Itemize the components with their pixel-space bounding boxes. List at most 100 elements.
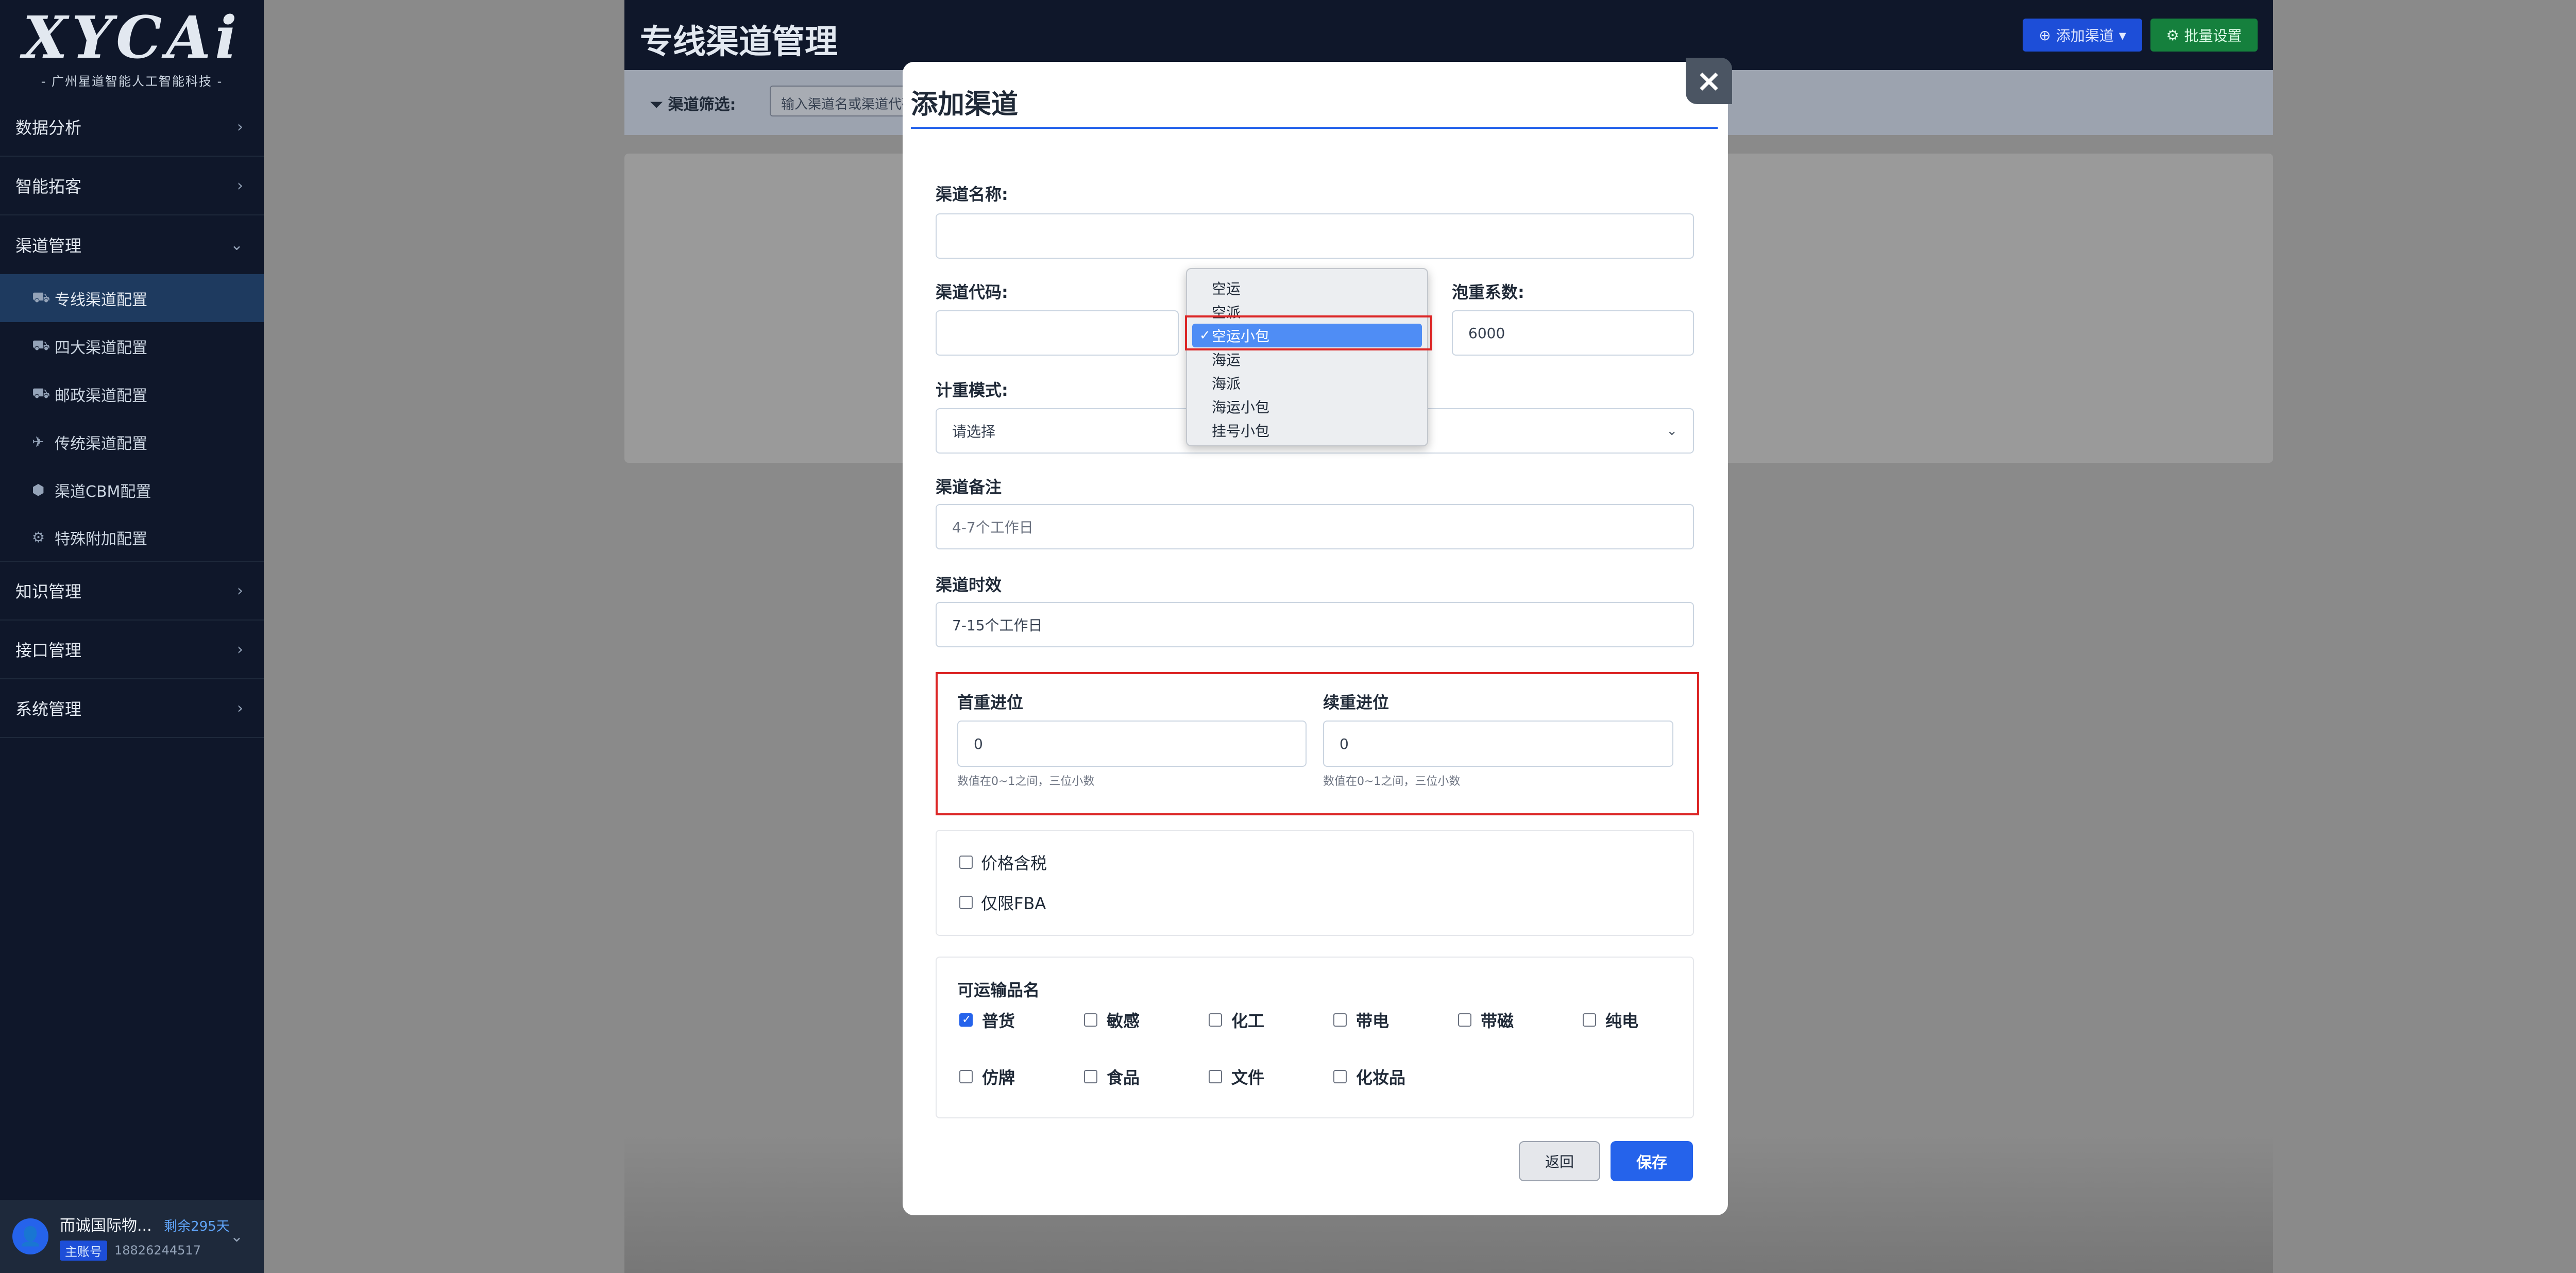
cargo-label: 化妆品 — [1356, 1068, 1406, 1087]
cargo-label: 纯电 — [1605, 1011, 1639, 1031]
cargo-item-magnetic[interactable]: 带磁 — [1458, 1008, 1514, 1032]
submenu-label: 特殊附加配置 — [55, 530, 147, 548]
fba-checkbox[interactable] — [959, 896, 973, 909]
submenu-item-traditional[interactable]: ✈ 传统渠道配置 — [0, 418, 264, 466]
cargo-item-pure-battery[interactable]: 纯电 — [1583, 1008, 1638, 1032]
submenu-label: 渠道CBM配置 — [55, 482, 151, 501]
selected-option-highlight — [1185, 315, 1432, 350]
cargo-label: 化工 — [1231, 1011, 1265, 1031]
menu-group-smart-prospect[interactable]: 智能拓客 › — [0, 157, 264, 215]
dropdown-option[interactable]: 空运 — [1187, 276, 1427, 300]
channel-name-label: 渠道名称: — [936, 185, 1008, 204]
menu-group-knowledge[interactable]: 知识管理 › — [0, 562, 264, 621]
submenu-item-special-extra[interactable]: ⚙ 特殊附加配置 — [0, 514, 264, 562]
cargo-checkbox[interactable] — [1583, 1013, 1596, 1027]
menu-group-api[interactable]: 接口管理 › — [0, 621, 264, 679]
dropdown-option[interactable]: 海派 — [1187, 371, 1427, 395]
menu-group-label: 接口管理 — [15, 641, 82, 660]
plane-icon: ✈ — [32, 433, 44, 450]
filter-input[interactable]: 输入渠道名或渠道代码 — [770, 86, 924, 116]
cargo-checkbox[interactable] — [1084, 1070, 1097, 1083]
first-weight-help: 数值在0~1之间，三位小数 — [957, 775, 1095, 788]
cargo-checkbox[interactable] — [1333, 1070, 1347, 1083]
submenu-item-dedicated-line[interactable]: ⛟ 专线渠道配置 — [0, 274, 264, 322]
save-button[interactable]: 保存 — [1611, 1141, 1693, 1181]
user-bar[interactable]: 👤 而诚国际物... 剩余295天 主账号 18826244517 ⌄ — [0, 1200, 264, 1273]
submenu-label: 专线渠道配置 — [55, 291, 147, 309]
extra-weight-input[interactable]: 0 — [1323, 721, 1673, 767]
cargo-label: 仿牌 — [982, 1068, 1015, 1087]
cargo-checkbox[interactable] — [1333, 1013, 1347, 1027]
back-button[interactable]: 返回 — [1519, 1141, 1600, 1181]
user-name: 而诚国际物... — [60, 1216, 152, 1235]
chevron-right-icon: › — [237, 699, 243, 717]
weight-mode-label: 计重模式: — [936, 380, 1008, 400]
timeliness-label: 渠道时效 — [936, 575, 1002, 595]
cargo-label: 食品 — [1107, 1068, 1140, 1087]
cargo-panel — [936, 957, 1694, 1118]
submenu-label: 邮政渠道配置 — [55, 387, 147, 405]
cargo-item-food[interactable]: 食品 — [1084, 1065, 1140, 1088]
tax-checkbox-row[interactable]: 价格含税 — [959, 850, 1047, 874]
cargo-label: 敏感 — [1107, 1011, 1140, 1031]
cargo-title: 可运输品名 — [957, 980, 1040, 1000]
close-icon[interactable]: × — [1686, 58, 1732, 104]
logo: XYCAi - 广州星道智能人工智能科技 - — [0, 0, 264, 98]
modal-divider — [911, 127, 1718, 129]
dropdown-option[interactable]: 挂号小包 — [1187, 418, 1427, 442]
logo-text: XYCAi — [23, 4, 241, 72]
fba-checkbox-row[interactable]: 仅限FBA — [959, 891, 1046, 914]
cargo-item-sensitive[interactable]: 敏感 — [1084, 1008, 1140, 1032]
user-phone: 18826244517 — [114, 1243, 201, 1258]
top-header: 专线渠道管理 ⊕ 添加渠道 ▾ ⚙ 批量设置 — [624, 0, 2273, 70]
chevron-right-icon: › — [237, 118, 243, 136]
tax-label: 价格含税 — [981, 853, 1047, 873]
batch-settings-button[interactable]: ⚙ 批量设置 — [2150, 19, 2258, 52]
cargo-item-battery[interactable]: 带电 — [1333, 1008, 1389, 1032]
tax-checkbox[interactable] — [959, 856, 973, 869]
channel-type-dropdown[interactable]: 空运 空派 ✓ 空运小包 海运 海派 海运小包 挂号小包 — [1186, 268, 1428, 446]
remark-input[interactable]: 4-7个工作日 — [936, 504, 1694, 549]
cargo-checkbox[interactable] — [1209, 1070, 1222, 1083]
cargo-item-replica[interactable]: 仿牌 — [959, 1065, 1015, 1088]
submenu-item-four-major[interactable]: ⛟ 四大渠道配置 — [0, 322, 264, 370]
volume-factor-label: 泡重系数: — [1452, 282, 1524, 302]
volume-factor-input[interactable]: 6000 — [1452, 310, 1694, 356]
cargo-checkbox[interactable] — [959, 1070, 973, 1083]
dropdown-option[interactable]: 海运 — [1187, 347, 1427, 371]
chevron-down-icon: ⌄ — [1666, 423, 1677, 439]
cargo-checkbox[interactable] — [1209, 1013, 1222, 1027]
cargo-checkbox[interactable] — [959, 1013, 973, 1027]
add-channel-button[interactable]: ⊕ 添加渠道 ▾ — [2023, 19, 2142, 52]
cargo-item-cosmetics[interactable]: 化妆品 — [1333, 1065, 1405, 1088]
menu-group-channel-management[interactable]: 渠道管理 ⌄ — [0, 215, 264, 274]
cargo-label: 带磁 — [1481, 1011, 1514, 1031]
chevron-down-icon: ⌄ — [230, 236, 243, 254]
menu-group-data-analysis[interactable]: 数据分析 › — [0, 98, 264, 157]
submenu-item-postal[interactable]: ⛟ 邮政渠道配置 — [0, 370, 264, 418]
submenu-item-cbm[interactable]: ⬢ 渠道CBM配置 — [0, 466, 264, 514]
cargo-checkbox[interactable] — [1084, 1013, 1097, 1027]
caret-down-icon: ▾ — [2119, 26, 2126, 44]
menu-group-label: 数据分析 — [15, 118, 82, 138]
cargo-label: 普货 — [982, 1011, 1015, 1031]
remark-label: 渠道备注 — [936, 477, 1002, 497]
gear-icon: ⚙ — [2166, 26, 2179, 44]
add-channel-label: 添加渠道 — [2056, 27, 2114, 44]
timeliness-input[interactable]: 7-15个工作日 — [936, 602, 1694, 647]
chevron-down-icon: ⌄ — [230, 1227, 243, 1246]
cargo-item-general[interactable]: 普货 — [959, 1008, 1015, 1032]
dropdown-option[interactable]: 海运小包 — [1187, 395, 1427, 418]
cargo-label: 文件 — [1231, 1068, 1265, 1087]
menu-group-system[interactable]: 系统管理 › — [0, 679, 264, 738]
cargo-item-chemical[interactable]: 化工 — [1209, 1008, 1264, 1032]
channel-code-input[interactable] — [936, 310, 1179, 356]
cargo-checkbox[interactable] — [1458, 1013, 1471, 1027]
plus-circle-icon: ⊕ — [2039, 26, 2051, 44]
first-weight-input[interactable]: 0 — [957, 721, 1307, 767]
first-weight-label: 首重进位 — [957, 693, 1024, 712]
channel-name-input[interactable] — [936, 213, 1694, 259]
filter-label-text: 渠道筛选: — [668, 96, 736, 114]
menu-group-label: 渠道管理 — [15, 236, 82, 256]
cargo-item-documents[interactable]: 文件 — [1209, 1065, 1264, 1088]
